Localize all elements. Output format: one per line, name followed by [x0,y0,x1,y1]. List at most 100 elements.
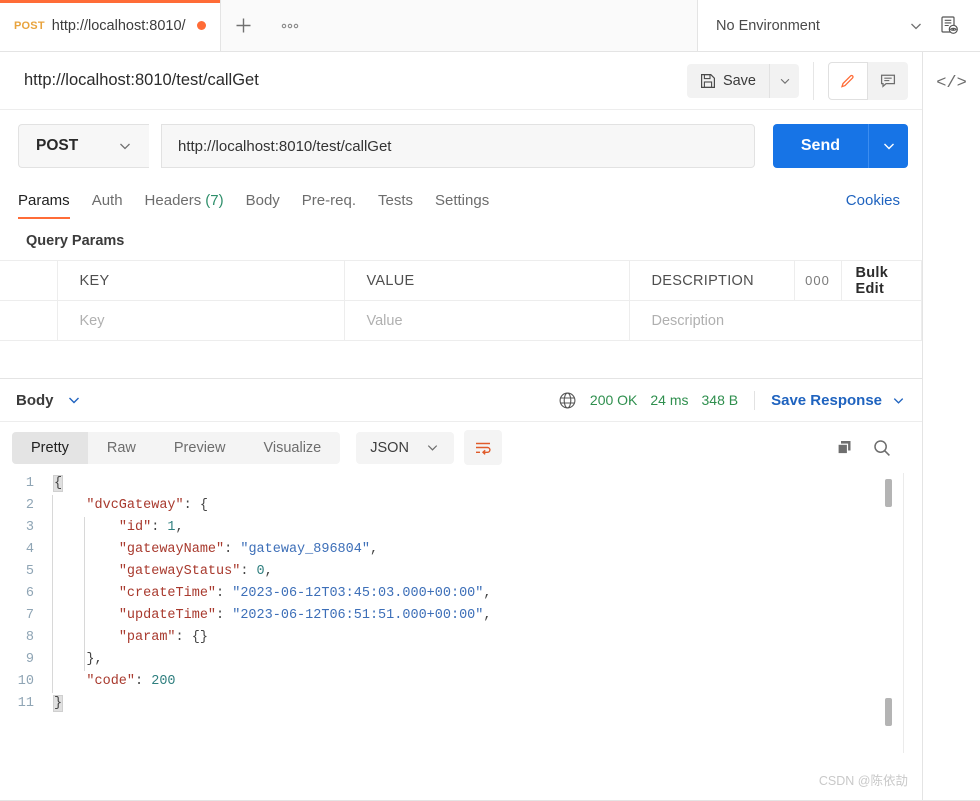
line-number: 6 [25,586,34,601]
watermark: CSDN @陈依劼 [818,774,908,788]
line-number: 2 [25,498,34,513]
line-number: 5 [25,564,34,579]
tab-headers-label: Headers [144,192,202,209]
tab-strip-spacer [312,0,698,51]
response-format-label: JSON [370,439,409,456]
response-body-label: Body [16,391,54,409]
line-number: 7 [25,608,34,623]
chevron-down-icon [911,23,921,29]
response-view-tabs: Pretty Raw Preview Visualize [12,431,341,464]
unsaved-dot-icon [196,21,206,30]
tab-headers[interactable]: Headers (7) [145,182,224,219]
save-options-button[interactable] [769,63,799,98]
tab-settings-label: Settings [435,192,490,209]
request-actions [813,61,908,100]
environment-selected-label: No Environment [716,17,820,34]
request-tab[interactable]: POST http://localhost:8010/ [0,0,221,51]
header-key: KEY [57,260,345,301]
http-method-label: POST [36,137,79,154]
edit-request-button[interactable] [828,61,868,100]
response-body-code[interactable]: 1 2 3 4 5 6 7 8 9 10 11 { "dvcGateway": { "id": 1,… [0,473,922,753]
environment-selector[interactable]: No Environment [716,18,924,34]
http-method-selector[interactable]: POST [18,124,149,168]
view-tab-raw[interactable]: Raw [88,432,155,464]
code-snippet-icon[interactable]: </> [936,74,967,93]
tab-options-button[interactable] [267,0,313,51]
response-view-bar: Pretty Raw Preview Visualize JSON [0,422,922,473]
response-status: 200 OK [589,392,638,408]
line-number-gutter: 1 2 3 4 5 6 7 8 9 10 11 [0,473,46,715]
tab-body[interactable]: Body [246,182,280,219]
view-tab-preview[interactable]: Preview [155,432,245,464]
request-tab-method: POST [14,19,45,32]
send-button[interactable]: Send [772,124,868,168]
tab-prerequest[interactable]: Pre-req. [302,182,356,219]
chevron-down-icon [780,78,789,84]
url-bar: POST http://localhost:8010/test/callGet … [0,110,922,182]
tab-body-label: Body [245,192,280,209]
indent-guide [52,495,53,693]
line-number: 1 [25,476,34,491]
view-tab-visualize[interactable]: Visualize [244,432,340,464]
tab-tests-label: Tests [377,192,413,209]
response-summary-bar: Body 200 OK 24 ms 348 B Save Response [0,379,922,422]
row-key-input[interactable]: Key [57,300,345,341]
search-button[interactable] [872,438,892,458]
new-tab-button[interactable] [221,0,267,51]
code-lines: { "dvcGateway": { "id": 1, "gatewayName"… [46,473,492,715]
response-size: 348 B [701,392,739,408]
row-checkbox-cell[interactable] [0,300,58,341]
save-button[interactable]: Save [686,63,769,98]
copy-button[interactable] [835,438,854,457]
response-scrollbar[interactable] [883,473,892,753]
line-number: 8 [25,630,34,645]
url-input[interactable]: http://localhost:8010/test/callGet [161,124,755,168]
plus-icon [236,18,251,33]
request-tab-name: http://localhost:8010/ [51,17,186,34]
comment-icon [880,74,896,88]
code-line: } [52,695,64,712]
line-number: 3 [25,520,34,535]
tab-tests[interactable]: Tests [378,182,413,219]
params-options-button[interactable]: 000 [794,260,842,301]
scrollbar-thumb-bottom [885,698,892,726]
row-value-input[interactable]: Value [344,300,630,341]
environment-zone: No Environment [698,0,980,51]
ellipsis-icon: 000 [805,272,830,288]
send-options-button[interactable] [868,124,908,168]
response-pane-divider [903,473,904,753]
tab-params[interactable]: Params [18,182,70,219]
header-value: VALUE [344,260,630,301]
chevron-down-icon [883,143,894,150]
environment-quick-look-button[interactable] [934,15,964,36]
table-header-row: KEY VALUE DESCRIPTION 000 Bulk Edit [0,260,922,301]
tab-headers-count: (7) [205,192,224,209]
tab-auth[interactable]: Auth [92,182,123,219]
word-wrap-button[interactable] [463,430,502,465]
response-body-dropdown[interactable]: Body [16,392,82,409]
code-line: "id": 1, [118,520,184,535]
comment-button[interactable] [868,61,908,100]
request-title: http://localhost:8010/test/callGet [24,71,259,89]
bulk-edit-button[interactable]: Bulk Edit [841,260,922,301]
code-line: "dvcGateway": { [86,498,208,513]
save-response-label: Save Response [771,391,882,409]
row-description-input[interactable]: Description [629,300,922,341]
chevron-down-icon [120,143,130,150]
view-tab-pretty[interactable]: Pretty [12,431,88,464]
line-number: 11 [17,696,34,711]
save-response-button[interactable]: Save Response [771,392,906,409]
pencil-icon [840,74,854,88]
tab-prerequest-label: Pre-req. [301,192,356,209]
tab-params-label: Params [18,192,70,209]
response-view-actions [835,438,906,458]
word-wrap-icon [475,442,491,455]
response-format-selector[interactable]: JSON [356,431,454,464]
tab-settings[interactable]: Settings [435,182,489,219]
globe-icon [558,391,577,410]
cookies-link[interactable]: Cookies [846,192,904,209]
response-time: 24 ms [650,392,689,408]
code-line: "updateTime": "2023-06-12T06:51:51.000+0… [118,608,492,623]
save-button-label: Save [722,72,756,89]
right-sidebar: </> [922,52,980,801]
